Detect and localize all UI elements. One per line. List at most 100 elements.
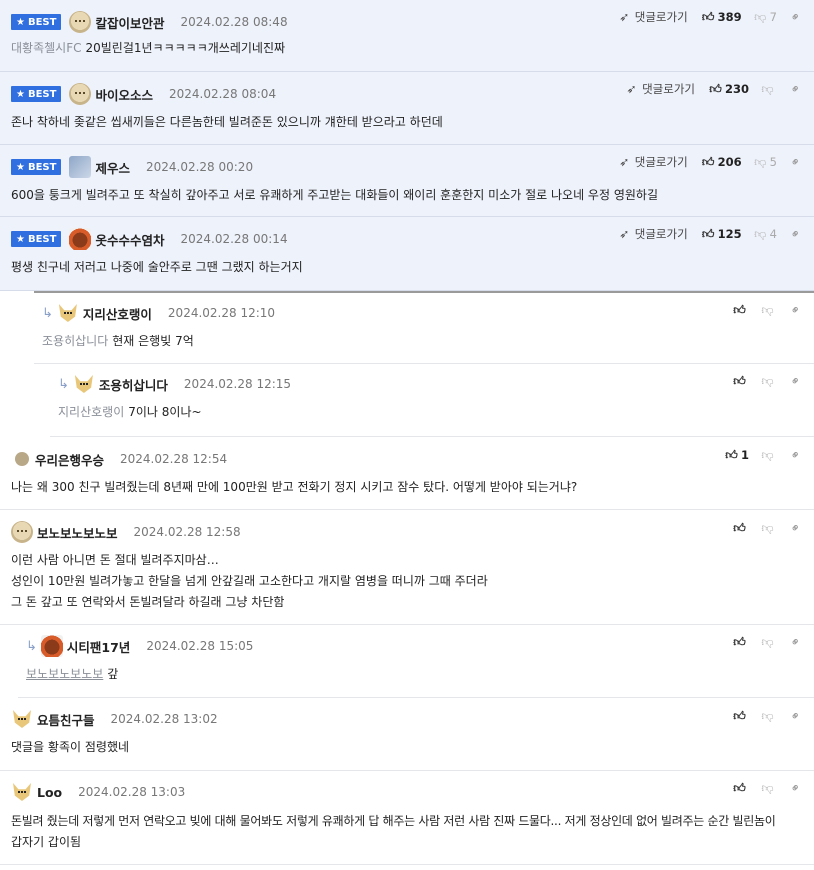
avatar[interactable] [69, 11, 92, 33]
send-icon: ➶ [619, 227, 630, 241]
link-icon[interactable]: ⚭ [787, 8, 805, 26]
avatar[interactable] [73, 373, 95, 395]
nickname[interactable]: 시티팬17년 [67, 637, 130, 656]
thumbs-up-icon: 👍︎ [733, 709, 746, 723]
link-icon[interactable]: ⚭ [787, 446, 805, 464]
like-button[interactable]: 👍︎ [733, 522, 749, 534]
go-to-comment-button[interactable]: ➶ 댓글로가기 [625, 81, 695, 97]
thumbs-down-icon: 👎︎ [754, 10, 767, 24]
dislike-button[interactable]: 👎︎ 4 [754, 227, 777, 241]
dislike-button[interactable]: 👎︎ [761, 449, 777, 461]
comment-date: 2024.02.28 13:03 [78, 785, 186, 799]
send-icon: ➶ [626, 82, 637, 96]
thumbs-down-icon: 👎︎ [761, 303, 774, 317]
avatar[interactable] [11, 708, 33, 730]
like-button[interactable]: 👍︎ 206 [702, 155, 742, 169]
comment-tools: 👍︎ 👎︎ ⚭ [733, 779, 805, 797]
avatar[interactable] [40, 635, 63, 657]
like-button[interactable]: 👍︎ 1 [725, 448, 749, 462]
link-icon[interactable]: ⚭ [787, 225, 805, 243]
avatar[interactable] [69, 228, 92, 250]
comment-body: 대황족첼시FC 20빌린걸1년ㅋㅋㅋㅋㅋ개쓰레기네진짜 [11, 41, 286, 55]
link-icon[interactable]: ⚭ [787, 153, 805, 171]
dislike-button[interactable]: 👎︎ [761, 782, 777, 794]
dislike-button[interactable]: 👎︎ [761, 83, 777, 95]
nickname[interactable]: 우리은행우승 [35, 450, 104, 469]
go-to-comment-button[interactable]: ➶ 댓글로가기 [618, 9, 687, 25]
comment-item: ★ BEST 옷수수수염차 2024.02.28 00:14 ➶ 댓글로가기 👍︎ 1… [0, 217, 814, 291]
avatar[interactable] [15, 452, 29, 466]
nickname[interactable]: 바이오소스 [95, 85, 153, 104]
comment-tools: 👍︎ 👎︎ ⚭ [733, 519, 805, 537]
nickname[interactable]: 보노보노보노보 [37, 523, 118, 542]
mention[interactable]: 보노보노보노보 [26, 667, 103, 681]
avatar[interactable] [69, 156, 92, 178]
comment-line: 이런 사람 아니면 돈 절대 빌려주지마삼… [11, 553, 219, 567]
dislike-button[interactable]: 👎︎ [761, 636, 777, 648]
comment-date: 2024.02.28 15:05 [146, 639, 254, 653]
link-icon[interactable]: ⚭ [787, 779, 805, 797]
comment-body: 600을 퉁크게 빌려주고 또 착실히 갚아주고 서로 유쾌하게 주고받는 대화… [11, 188, 658, 202]
send-icon: ➶ [619, 155, 630, 169]
go-to-comment-button[interactable]: ➶ 댓글로가기 [618, 226, 687, 242]
link-icon[interactable]: ⚭ [787, 707, 805, 725]
mention[interactable]: 지리산호랭이 [58, 405, 124, 419]
like-button[interactable]: 👍︎ [733, 375, 749, 387]
like-button[interactable]: 👍︎ [733, 710, 749, 722]
nickname[interactable]: 제우스 [95, 158, 130, 177]
link-icon[interactable]: ⚭ [787, 633, 805, 651]
comment-body: 댓글을 황족이 점령했네 [11, 740, 130, 754]
nickname[interactable]: 칼잡이보안관 [95, 13, 164, 32]
best-badge: ★ BEST [11, 86, 62, 102]
comment-item: ★ BEST 바이오소스 2024.02.28 08:04 ➶ 댓글로가기 👍︎ 23… [0, 72, 814, 145]
comment-item: 보노보노보노보 2024.02.28 12:58 👍︎ 👎︎ ⚭ 이런 사람 아… [0, 510, 814, 625]
comment-tools: ➶ 댓글로가기 👍︎ 206 👎︎ 5 ⚭ [618, 153, 805, 171]
like-button[interactable]: 👍︎ 389 [702, 10, 742, 24]
link-icon[interactable]: ⚭ [787, 80, 805, 98]
star-icon: ★ [16, 161, 25, 173]
comment-date: 2024.02.28 08:04 [168, 87, 277, 101]
mention[interactable]: 조용히삽니다 [42, 334, 108, 348]
comment-date: 2024.02.28 08:48 [180, 15, 288, 29]
comment-date: 2024.02.28 00:20 [145, 160, 254, 174]
comment-body: 존나 착하네 좆같은 씹새끼들은 다른놈한테 빌려준돈 있으니까 걔한테 받으라… [11, 115, 443, 129]
nickname[interactable]: 조용히삽니다 [99, 375, 168, 394]
go-to-comment-button[interactable]: ➶ 댓글로가기 [618, 154, 687, 170]
nickname[interactable]: 지리산호랭이 [83, 304, 152, 323]
nickname[interactable]: Loo [37, 785, 62, 800]
dislike-button[interactable]: 👎︎ [761, 522, 777, 534]
avatar[interactable] [11, 521, 33, 543]
reply-arrow-icon: ↳ [26, 638, 37, 654]
like-button[interactable]: 👍︎ 230 [709, 82, 749, 96]
mention[interactable]: 대황족첼시FC [11, 41, 81, 55]
like-button[interactable]: 👍︎ [733, 782, 749, 794]
dislike-button[interactable]: 👎︎ [761, 304, 777, 316]
avatar[interactable] [57, 302, 79, 324]
dislike-button[interactable]: 👎︎ [761, 710, 777, 722]
thumbs-up-icon: 👍︎ [733, 374, 746, 388]
nickname[interactable]: 옷수수수염차 [95, 230, 164, 249]
comment-item: Loo 2024.02.28 13:03 👍︎ 👎︎ ⚭ 돈빌려 줬는데 저렇게… [0, 771, 814, 865]
thumbs-down-icon: 👎︎ [761, 374, 774, 388]
comment-body: 돈빌려 줬는데 저렇게 먼저 연락오고 빚에 대해 물어봐도 저렇게 유쾌하게 … [11, 811, 808, 853]
nickname[interactable]: 요틈친구들 [37, 710, 95, 729]
thumbs-up-icon: 👍︎ [709, 82, 722, 96]
link-icon[interactable]: ⚭ [787, 372, 805, 390]
comment-date: 2024.02.28 12:10 [167, 306, 276, 320]
avatar[interactable] [11, 781, 33, 803]
thumbs-down-icon: 👎︎ [761, 521, 774, 535]
comment-date: 2024.02.28 12:15 [183, 377, 292, 391]
best-badge: ★ BEST [11, 231, 62, 247]
comment-tools: 👍︎ 👎︎ ⚭ [733, 633, 805, 651]
avatar[interactable] [69, 83, 92, 105]
like-button[interactable]: 👍︎ [733, 636, 749, 648]
dislike-button[interactable]: 👎︎ 7 [754, 10, 777, 24]
like-button[interactable]: 👍︎ 125 [702, 227, 742, 241]
link-icon[interactable]: ⚭ [787, 301, 805, 319]
best-badge: ★ BEST [11, 14, 62, 30]
like-button[interactable]: 👍︎ [733, 304, 749, 316]
link-icon[interactable]: ⚭ [787, 519, 805, 537]
dislike-button[interactable]: 👎︎ 5 [754, 155, 777, 169]
dislike-button[interactable]: 👎︎ [761, 375, 777, 387]
comment-tools: 👍︎ 👎︎ ⚭ [733, 301, 805, 319]
